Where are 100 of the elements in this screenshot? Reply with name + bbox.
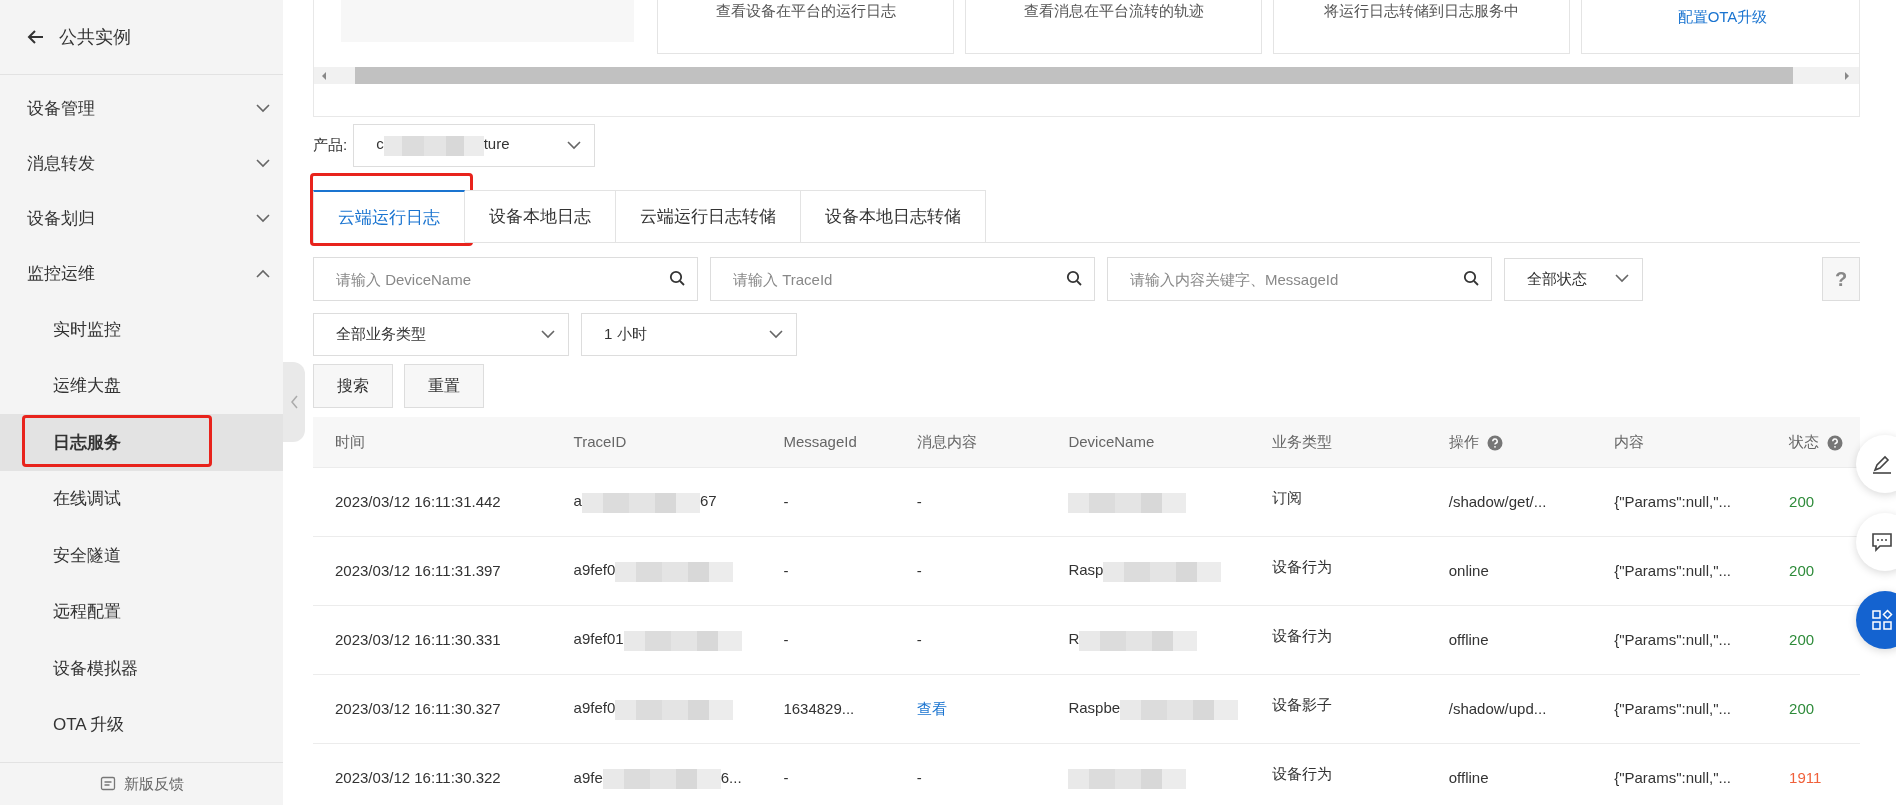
column-header: 内容 (1614, 433, 1645, 450)
cell-text: 2023/03/12 16:11:30.322 (335, 769, 501, 787)
status-code: 200 (1789, 562, 1815, 579)
nav-item[interactable]: OTA 升级 (0, 696, 283, 753)
feedback-link[interactable]: 新版反馈 (0, 762, 283, 805)
cell-text: - (916, 562, 922, 579)
nav-group[interactable]: 设备管理 (0, 81, 283, 136)
nav-item[interactable]: 在线调试 (0, 470, 283, 527)
collapse-handle[interactable] (283, 362, 305, 442)
back-link[interactable]: 公共实例 (0, 0, 283, 75)
cell-text: 67 (699, 492, 717, 510)
tab[interactable]: 云端运行日志 (313, 190, 465, 243)
cell-text: - (916, 631, 922, 648)
feature-card[interactable]: 配置OTA升级 (1581, 0, 1859, 54)
tab[interactable]: 设备本地日志转储 (801, 190, 986, 243)
column-header: TraceID (573, 433, 627, 450)
cell-text: a9fef0 (573, 699, 616, 717)
feature-card[interactable]: 查看设备在平台的运行日志 (657, 0, 954, 54)
status-code: 200 (1789, 493, 1815, 510)
nav-item[interactable]: 日志服务 (0, 414, 283, 471)
cell-text: - (916, 493, 922, 510)
cell-text: {"Params":null,"... (1614, 631, 1731, 648)
reset-button[interactable]: 重置 (404, 364, 484, 408)
nav-group[interactable]: 消息转发 (0, 136, 283, 191)
horizontal-scrollbar[interactable] (314, 67, 1859, 84)
cell-text: {"Params":null,"... (1614, 700, 1731, 717)
tab[interactable]: 云端运行日志转储 (616, 190, 801, 243)
keyword-search-field[interactable]: 请输入内容关键字、MessageId (1107, 257, 1492, 301)
search-icon (1066, 270, 1083, 287)
cell-text: 2023/03/12 16:11:30.331 (335, 631, 501, 648)
trace-search-field[interactable]: 请输入 TraceId (710, 257, 1095, 301)
cell-text: 2023/03/12 16:11:31.442 (335, 493, 501, 510)
cell-text: /shadow/get/... (1448, 493, 1547, 510)
cell-text: 6... (720, 768, 742, 786)
cell-text: a (573, 492, 582, 510)
apps-icon (1871, 609, 1893, 631)
view-link[interactable]: 查看 (916, 700, 947, 717)
cell-text: 订阅 (1272, 489, 1303, 506)
status-code: 200 (1789, 631, 1815, 648)
cell-text: - (916, 769, 922, 787)
cell-text: c (376, 135, 384, 153)
nav-item[interactable]: 实时监控 (0, 301, 283, 358)
chevron-left-icon (289, 395, 299, 409)
cell-text: - (783, 631, 789, 648)
search-icon (669, 270, 686, 287)
status-code: 1911 (1789, 769, 1822, 787)
product-select[interactable]: c ture (353, 124, 596, 167)
chat-icon (1871, 531, 1893, 553)
column-header: MessageId (783, 433, 857, 450)
status-select[interactable]: 全部状态 (1504, 257, 1643, 301)
cell-text: online (1448, 562, 1489, 579)
card-description: 查看消息在平台流转的轨迹 (1023, 2, 1204, 19)
cell-text: - (783, 562, 789, 579)
feedback-icon (99, 776, 116, 792)
help-icon (1486, 435, 1503, 452)
column-header: DeviceName (1068, 433, 1155, 450)
search-icon (1463, 270, 1480, 287)
cell-text: a9fef0 (573, 561, 616, 579)
cell-text: 2023/03/12 16:11:30.327 (335, 700, 501, 717)
cell-text: 设备行为 (1272, 627, 1333, 644)
product-label: 产品: (313, 136, 348, 155)
status-code: 200 (1789, 700, 1815, 717)
nav-item[interactable]: 运维大盘 (0, 357, 283, 414)
cell-text: a9fe (573, 768, 603, 786)
cell-text: {"Params":null,"... (1614, 769, 1731, 787)
help-icon (1827, 435, 1844, 452)
feature-card[interactable]: 查看消息在平台流转的轨迹 (965, 0, 1262, 54)
cell-text: {"Params":null,"... (1614, 562, 1731, 579)
business-type-select[interactable]: 全部业务类型 (313, 313, 569, 356)
cell-text: offline (1448, 631, 1489, 648)
cell-text: a9fef01 (573, 630, 624, 648)
column-header: 操作 (1448, 433, 1480, 450)
nav-item[interactable]: 远程配置 (0, 583, 283, 640)
device-search-field[interactable]: 请输入 DeviceName (313, 257, 698, 301)
column-header: 时间 (335, 433, 365, 450)
nav-item[interactable]: 设备模拟器 (0, 640, 283, 697)
nav-group[interactable]: 设备划归 (0, 191, 283, 246)
cell-text: - (783, 769, 789, 787)
cell-text: Rasp (1068, 561, 1104, 579)
feature-card[interactable]: 将运行日志转储到日志服务中 (1273, 0, 1570, 54)
cell-text: - (783, 493, 789, 510)
cell-text: 设备影子 (1272, 696, 1333, 713)
tab[interactable]: 设备本地日志 (465, 190, 616, 243)
nav-group[interactable]: 监控运维 (0, 246, 283, 301)
search-button[interactable]: 搜索 (313, 364, 393, 408)
cell-text: 设备行为 (1272, 558, 1333, 575)
column-header: 消息内容 (916, 433, 977, 450)
nav-item[interactable]: 安全隧道 (0, 527, 283, 584)
cell-text: Raspbe (1068, 699, 1121, 717)
time-range-select[interactable]: 1 小时 (581, 313, 797, 356)
card-description: 查看设备在平台的运行日志 (715, 2, 896, 19)
cell-text: offline (1448, 769, 1489, 787)
ota-config-link[interactable]: 配置OTA升级 (1677, 8, 1768, 25)
column-header: 状态 (1789, 433, 1821, 450)
back-arrow-icon (27, 28, 45, 46)
cell-text: /shadow/upd... (1448, 700, 1547, 717)
column-header: 业务类型 (1272, 433, 1333, 450)
cell-text: 设备行为 (1272, 765, 1333, 782)
cell-text: R (1068, 630, 1080, 648)
cell-text: 1634829... (783, 700, 855, 717)
